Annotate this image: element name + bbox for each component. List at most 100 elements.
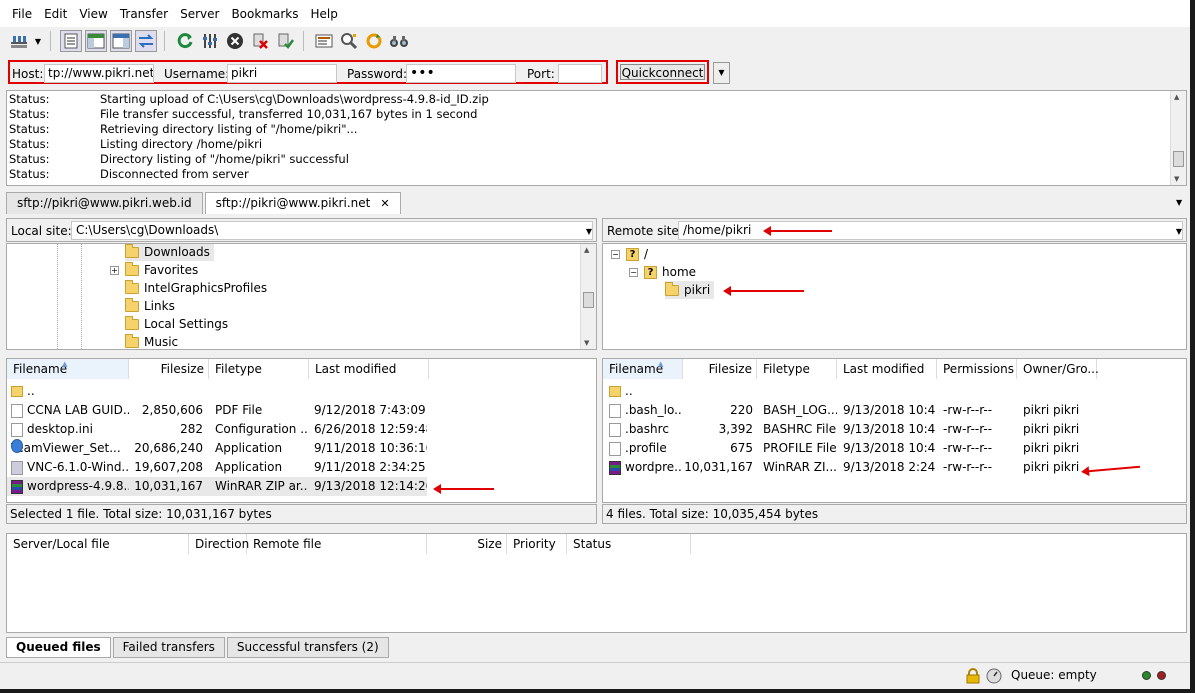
col-last-modified[interactable]: Last modified [309,359,429,379]
remote-path-input[interactable]: /home/pikri [678,221,1183,240]
password-input[interactable]: ••• [406,64,516,83]
expand-icon[interactable]: + [110,265,119,275]
dropdown-icon[interactable]: ▼ [33,30,43,52]
disconnect-icon[interactable] [249,30,271,52]
search-icon[interactable] [388,30,410,52]
table-row[interactable]: TeamViewer_Set... 20,686,240 Application… [7,439,427,458]
tree-item-local-settings[interactable]: Local Settings [125,315,228,333]
sync-browse-icon[interactable] [363,30,385,52]
table-row[interactable]: .. [603,382,1097,401]
folder-icon [125,261,139,276]
tree-item-favorites[interactable]: + Favorites [110,261,198,279]
tab-pikri-web-id[interactable]: sftp://pikri@www.pikri.web.id [6,192,203,214]
remote-path-dropdown-icon[interactable]: ▼ [1176,227,1182,236]
col-filename[interactable]: ▲ Filename [603,359,683,379]
toggle-remote-tree-icon[interactable] [110,30,132,52]
scroll-up-icon[interactable]: ▲ [1174,93,1179,101]
remote-site-label: Remote site: [607,224,683,238]
toggle-local-tree-icon[interactable] [85,30,107,52]
close-tab-icon[interactable]: ✕ [380,197,389,210]
folder-icon [125,244,139,258]
tree-item-root[interactable]: −? / [611,245,648,263]
file-icon [609,403,621,418]
menu-server[interactable]: Server [174,7,225,21]
tab-queued-files[interactable]: Queued files [6,637,111,658]
tab-successful-transfers[interactable]: Successful transfers (2) [226,637,389,658]
table-row-selected[interactable]: wordpress-4.9.8... 10,031,167 WinRAR ZIP… [7,477,427,496]
table-row[interactable]: wordpre... 10,031,167 WinRAR ZI... 9/13/… [603,458,1097,477]
menu-view[interactable]: View [73,7,113,21]
tree-item-pikri[interactable]: pikri [665,281,715,299]
table-row[interactable]: .bash_lo... 220 BASH_LOG... 9/13/2018 10… [603,401,1097,420]
annotation-arrow [723,286,804,296]
scroll-down-icon[interactable]: ▼ [1174,175,1179,183]
menu-bar: File Edit View Transfer Server Bookmarks… [0,0,1190,27]
col-filetype[interactable]: Filetype [757,359,837,379]
tree-item-music[interactable]: Music [125,333,178,349]
col-status[interactable]: Status [567,534,691,554]
folder-icon [11,386,23,397]
collapse-icon[interactable]: − [629,267,638,277]
unknown-folder-icon: ? [644,265,657,279]
host-input[interactable]: tp://www.pikri.net [44,64,154,83]
collapse-icon[interactable]: − [611,249,620,259]
tree-item-intelgraphicsprofiles[interactable]: IntelGraphicsProfiles [125,279,267,297]
reconnect-icon[interactable] [274,30,296,52]
quickconnect-button[interactable]: Quickconnect [620,64,705,80]
local-path-input[interactable]: C:\Users\cg\Downloads\ [71,221,593,240]
speed-limit-icon[interactable] [986,668,1002,687]
menu-help[interactable]: Help [305,7,344,21]
col-remote-file[interactable]: Remote file [247,534,427,554]
table-row[interactable]: desktop.ini 282 Configuration ... 6/26/2… [7,420,427,439]
tab-list-dropdown-icon[interactable]: ▼ [1176,198,1182,207]
tree-guide [81,244,82,349]
port-input[interactable] [558,64,602,83]
menu-transfer[interactable]: Transfer [114,7,174,21]
tree-guide [57,244,58,349]
username-input[interactable]: pikri [227,64,337,83]
scroll-down-icon[interactable]: ▼ [584,339,589,347]
menu-bookmarks[interactable]: Bookmarks [225,7,304,21]
col-size[interactable]: Size [427,534,507,554]
menu-edit[interactable]: Edit [38,7,73,21]
scroll-thumb[interactable] [583,292,594,308]
menu-file[interactable]: File [6,7,38,21]
local-tree-scrollbar[interactable]: ▲ ▼ [580,244,596,349]
tree-item-links[interactable]: Links [125,297,175,315]
sort-ascending-icon: ▲ [658,360,664,368]
process-queue-icon[interactable] [199,30,221,52]
tab-pikri-net[interactable]: sftp://pikri@www.pikri.net ✕ [204,192,401,214]
refresh-icon[interactable] [174,30,196,52]
table-row[interactable]: .profile 675 PROFILE File 9/13/2018 10:4… [603,439,1097,458]
annotation-arrow [763,226,832,236]
toggle-log-icon[interactable] [60,30,82,52]
site-manager-icon[interactable] [8,30,30,52]
col-filesize[interactable]: Filesize [683,359,757,379]
table-row[interactable]: CCNA LAB GUID... 2,850,606 PDF File 9/12… [7,401,427,420]
cancel-icon[interactable] [224,30,246,52]
col-owner-group[interactable]: Owner/Gro... [1017,359,1099,379]
col-priority[interactable]: Priority [507,534,567,554]
table-row[interactable]: .. [7,382,427,401]
table-row[interactable]: .bashrc 3,392 BASHRC File 9/13/2018 10:4… [603,420,1097,439]
col-filetype[interactable]: Filetype [209,359,309,379]
tab-failed-transfers[interactable]: Failed transfers [112,637,225,658]
toggle-queue-icon[interactable] [135,30,157,52]
quickconnect-dropdown[interactable]: ▼ [713,62,730,84]
col-filename[interactable]: ▲ Filename [7,359,129,379]
local-path-dropdown-icon[interactable]: ▼ [586,227,592,236]
scroll-thumb[interactable] [1173,151,1184,167]
scroll-up-icon[interactable]: ▲ [584,246,589,254]
table-row[interactable]: VNC-6.1.0-Wind... 19,607,208 Application… [7,458,427,477]
compare-icon[interactable] [338,30,360,52]
col-direction[interactable]: Direction [189,534,249,554]
folder-icon [665,281,679,296]
tree-item-home[interactable]: −? home [629,263,696,281]
tree-item-downloads[interactable]: Downloads [125,244,214,261]
col-last-modified[interactable]: Last modified [837,359,937,379]
log-scrollbar[interactable]: ▲ ▼ [1170,91,1186,185]
col-server-local-file[interactable]: Server/Local file [7,534,189,554]
col-filesize[interactable]: Filesize [129,359,209,379]
col-permissions[interactable]: Permissions [937,359,1017,379]
filter-icon[interactable] [313,30,335,52]
